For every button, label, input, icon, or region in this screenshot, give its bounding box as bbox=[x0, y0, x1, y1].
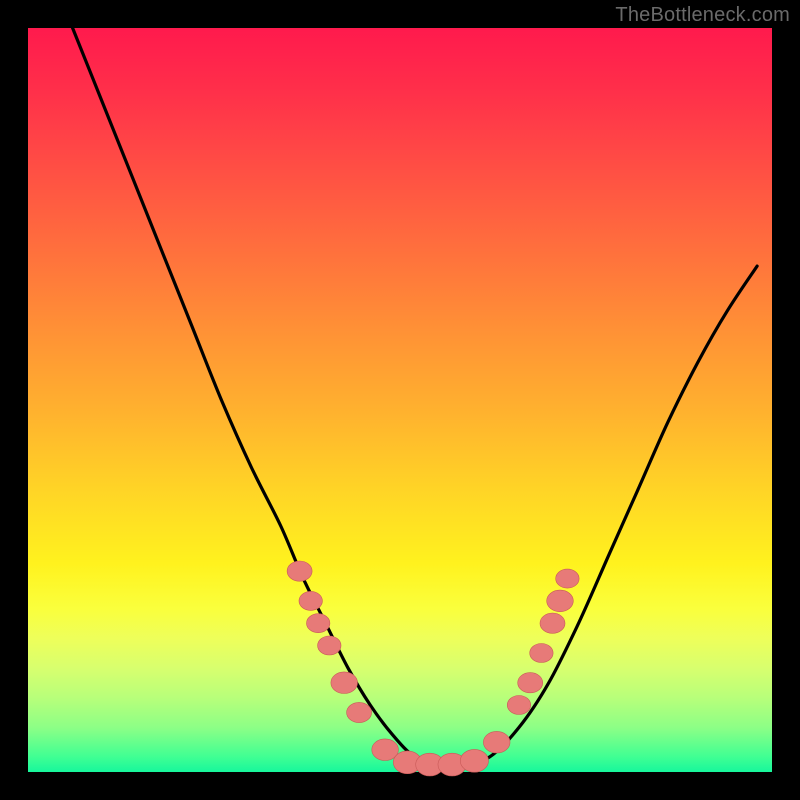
curve-marker bbox=[318, 636, 341, 655]
curve-marker bbox=[287, 561, 312, 581]
curve-marker bbox=[331, 672, 358, 694]
attribution-text: TheBottleneck.com bbox=[615, 4, 790, 27]
curve-marker bbox=[540, 613, 565, 633]
curve-marker bbox=[307, 614, 330, 633]
curve-marker bbox=[299, 591, 322, 610]
curve-markers bbox=[287, 561, 579, 776]
curve-layer bbox=[28, 28, 772, 772]
curve-marker bbox=[556, 569, 579, 588]
curve-marker bbox=[507, 696, 530, 715]
curve-marker bbox=[483, 731, 510, 753]
curve-marker bbox=[347, 702, 372, 722]
curve-marker bbox=[460, 749, 488, 772]
curve-marker bbox=[530, 644, 553, 663]
curve-marker bbox=[518, 673, 543, 693]
chart-frame: TheBottleneck.com bbox=[0, 0, 800, 800]
bottleneck-curve bbox=[73, 28, 758, 766]
curve-marker bbox=[547, 590, 574, 612]
plot-area bbox=[28, 28, 772, 772]
